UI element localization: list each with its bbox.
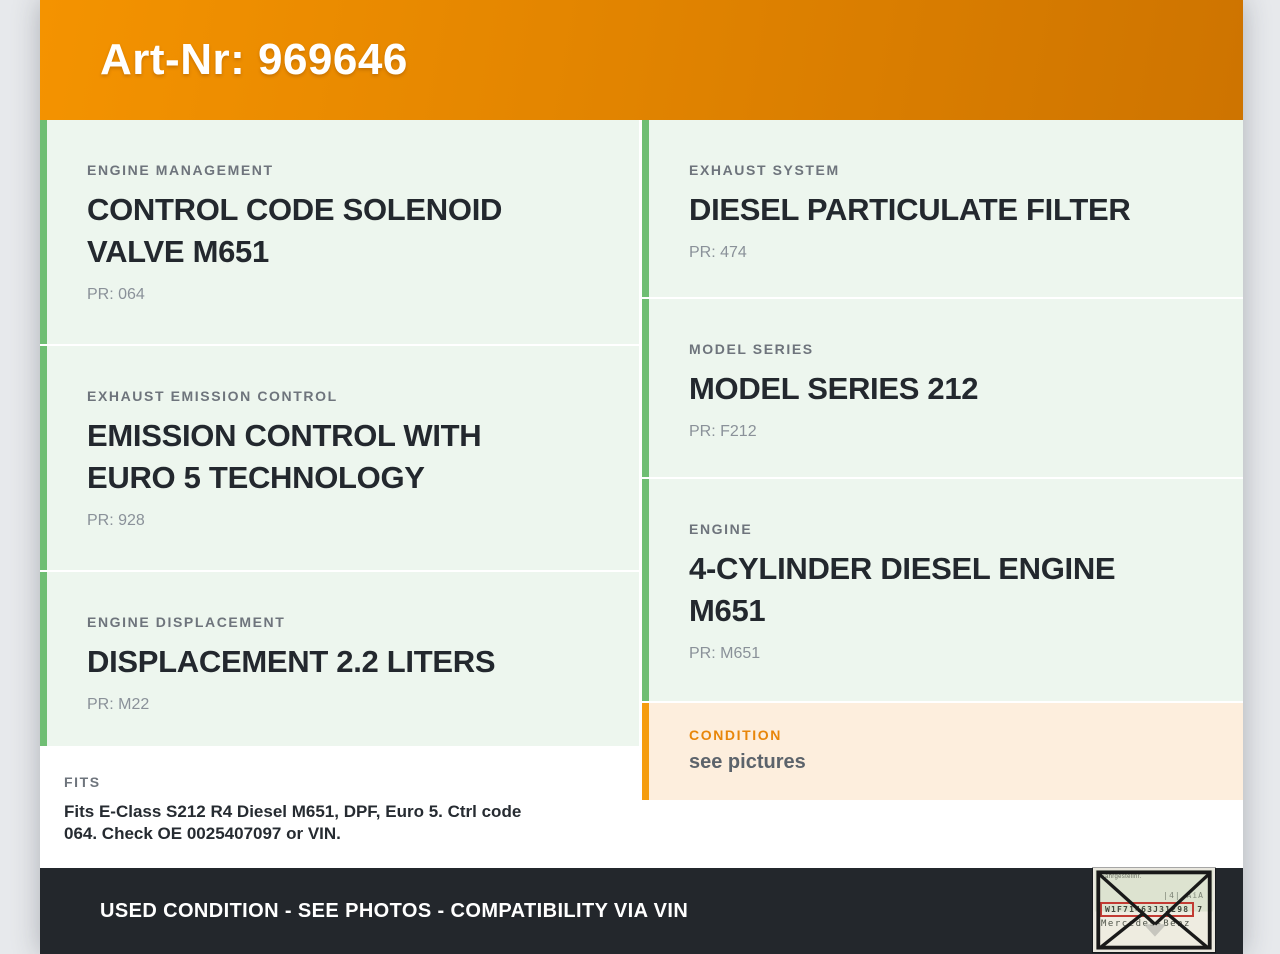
spec-card-label: ENGINE (689, 521, 753, 537)
spec-card-pr-code: PR: M22 (87, 696, 150, 713)
spec-card-pr-code: PR: 064 (87, 286, 145, 303)
spec-card-label: ENGINE DISPLACEMENT (87, 614, 286, 630)
registration-document-image: Fahrgestellnr. |4| AiA W1F71463J31298 7 … (1093, 868, 1215, 952)
condition-text: see pictures (689, 751, 806, 773)
listing-page: Art-Nr: 969646 ENGINE MANAGEMENT CONTROL… (40, 0, 1243, 954)
condition-card: CONDITION see pictures (642, 703, 1243, 800)
page-header: Art-Nr: 969646 (40, 0, 1243, 120)
spec-card-label: MODEL SERIES (689, 341, 814, 357)
fits-text: Fits E-Class S212 R4 Diesel M651, DPF, E… (64, 802, 522, 843)
spec-card-title: DIESEL PARTICULATE FILTER (689, 192, 1131, 227)
spec-card-label: ENGINE MANAGEMENT (87, 162, 274, 178)
right-column: EXHAUST SYSTEM DIESEL PARTICULATE FILTER… (642, 120, 1243, 866)
spec-card-exhaust-system: EXHAUST SYSTEM DIESEL PARTICULATE FILTER… (642, 120, 1243, 297)
spec-card-title: EMISSION CONTROL WITH EURO 5 TECHNOLOGY (87, 418, 482, 495)
spec-card-model-series: MODEL SERIES MODEL SERIES 212 PR: F212 (642, 299, 1243, 477)
envelope-outline-icon (1096, 870, 1212, 950)
left-column: ENGINE MANAGEMENT CONTROL CODE SOLENOID … (40, 120, 639, 866)
spec-card-engine-management: ENGINE MANAGEMENT CONTROL CODE SOLENOID … (40, 120, 639, 344)
article-number-title: Art-Nr: 969646 (100, 35, 408, 84)
fits-label: FITS (64, 774, 101, 790)
fits-card: FITS Fits E-Class S212 R4 Diesel M651, D… (40, 748, 639, 866)
spec-card-pr-code: PR: 474 (689, 244, 747, 261)
spec-card-label: EXHAUST SYSTEM (689, 162, 840, 178)
spec-card-label: EXHAUST EMISSION CONTROL (87, 388, 338, 404)
condition-label: CONDITION (689, 727, 782, 743)
spec-grid: ENGINE MANAGEMENT CONTROL CODE SOLENOID … (40, 120, 1243, 866)
page-footer: USED CONDITION - SEE PHOTOS - COMPATIBIL… (40, 868, 1243, 954)
empty-filler (642, 802, 1243, 866)
spec-card-title: DISPLACEMENT 2.2 LITERS (87, 644, 496, 679)
spec-card-engine: ENGINE 4-CYLINDER DIESEL ENGINE M651 PR:… (642, 479, 1243, 701)
spec-card-title: 4-CYLINDER DIESEL ENGINE M651 (689, 551, 1116, 628)
footer-banner-text: USED CONDITION - SEE PHOTOS - COMPATIBIL… (100, 899, 689, 922)
spec-card-pr-code: PR: F212 (689, 423, 757, 440)
spec-card-exhaust-emission-control: EXHAUST EMISSION CONTROL EMISSION CONTRO… (40, 346, 639, 570)
spec-card-title: MODEL SERIES 212 (689, 371, 979, 406)
spec-card-title: CONTROL CODE SOLENOID VALVE M651 (87, 192, 503, 269)
spec-card-engine-displacement: ENGINE DISPLACEMENT DISPLACEMENT 2.2 LIT… (40, 572, 639, 746)
spec-card-pr-code: PR: M651 (689, 645, 761, 662)
spec-card-pr-code: PR: 928 (87, 512, 145, 529)
